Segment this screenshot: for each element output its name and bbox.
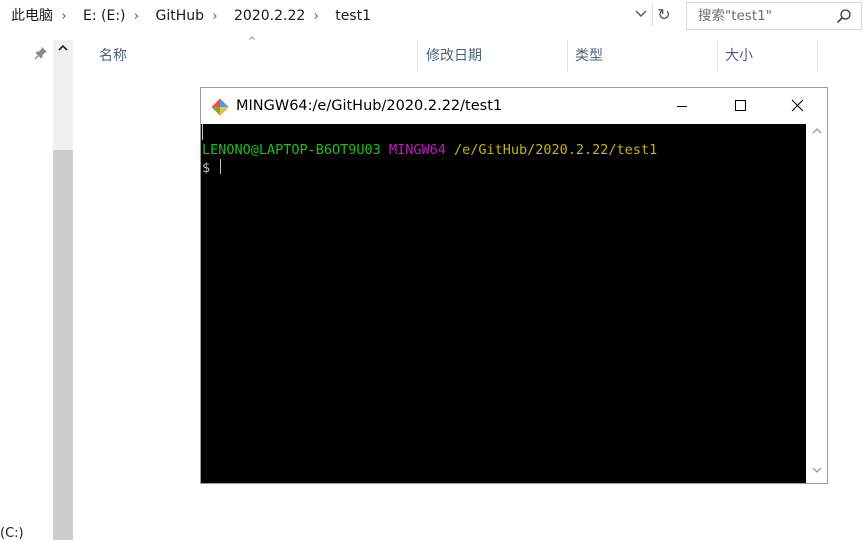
- terminal-system: MINGW64: [388, 142, 446, 158]
- maximize-icon[interactable]: [711, 88, 769, 124]
- chevron-right-icon[interactable]: ›: [208, 9, 222, 24]
- terminal-area[interactable]: LENONO@LAPTOP-B6OT9U03 MINGW64 /e/GitHub…: [201, 124, 806, 483]
- terminal-cursor-mark: [202, 124, 203, 140]
- scroll-down-icon[interactable]: [806, 463, 827, 483]
- terminal-prompt: $: [202, 160, 211, 176]
- column-header-name[interactable]: 名称: [99, 40, 127, 72]
- terminal-path: /e/GitHub/2020.2.22/test1: [454, 142, 658, 158]
- scroll-up-icon[interactable]: [806, 124, 827, 144]
- chevron-right-icon[interactable]: ›: [130, 9, 144, 24]
- column-divider[interactable]: [417, 40, 418, 72]
- column-divider[interactable]: [817, 40, 818, 72]
- terminal-scrollbar[interactable]: [806, 124, 827, 483]
- git-bash-window[interactable]: MINGW64:/e/GitHub/2020.2.22/test1 LENONO…: [200, 87, 828, 484]
- close-icon[interactable]: [769, 88, 827, 124]
- terminal-user-host: LENONO@LAPTOP-B6OT9U03: [202, 142, 381, 158]
- breadcrumb-date-folder[interactable]: 2020.2.22: [222, 2, 309, 30]
- column-header-size[interactable]: 大小: [725, 40, 753, 72]
- terminal-cursor: [220, 159, 222, 174]
- refresh-icon[interactable]: ↻: [652, 4, 675, 26]
- window-title: MINGW64:/e/GitHub/2020.2.22/test1: [236, 98, 503, 114]
- git-icon: [211, 98, 229, 116]
- breadcrumb-drive-e[interactable]: E: (E:): [71, 2, 130, 30]
- column-header-type[interactable]: 类型: [575, 40, 603, 72]
- nav-pane-scrollbar[interactable]: [53, 40, 73, 540]
- search-input[interactable]: [696, 7, 840, 25]
- minimize-icon[interactable]: [653, 88, 711, 124]
- address-bar[interactable]: 此电脑 › E: (E:) › GitHub › 2020.2.22 › tes…: [0, 2, 678, 30]
- column-divider[interactable]: [717, 40, 718, 72]
- breadcrumb-test1[interactable]: test1: [323, 2, 375, 30]
- pin-icon[interactable]: [34, 46, 48, 60]
- search-icon[interactable]: [836, 8, 852, 24]
- nav-item-drive-c[interactable]: (C:): [0, 526, 24, 541]
- title-bar[interactable]: MINGW64:/e/GitHub/2020.2.22/test1: [201, 88, 827, 124]
- column-divider[interactable]: [567, 40, 568, 72]
- chevron-right-icon[interactable]: ›: [57, 9, 71, 24]
- column-header-modified[interactable]: 修改日期: [426, 40, 482, 72]
- scroll-up-icon[interactable]: [53, 40, 73, 60]
- chevron-right-icon[interactable]: ›: [309, 9, 323, 24]
- terminal-input-line[interactable]: $: [202, 159, 222, 176]
- sort-up-icon: ^: [248, 36, 257, 47]
- scroll-thumb[interactable]: [53, 150, 73, 540]
- chevron-down-icon[interactable]: [632, 6, 650, 24]
- breadcrumb-this-pc[interactable]: 此电脑: [0, 2, 57, 30]
- terminal-prompt-line: LENONO@LAPTOP-B6OT9U03 MINGW64 /e/GitHub…: [202, 142, 657, 158]
- breadcrumb-github[interactable]: GitHub: [144, 2, 209, 30]
- search-box[interactable]: [686, 2, 862, 30]
